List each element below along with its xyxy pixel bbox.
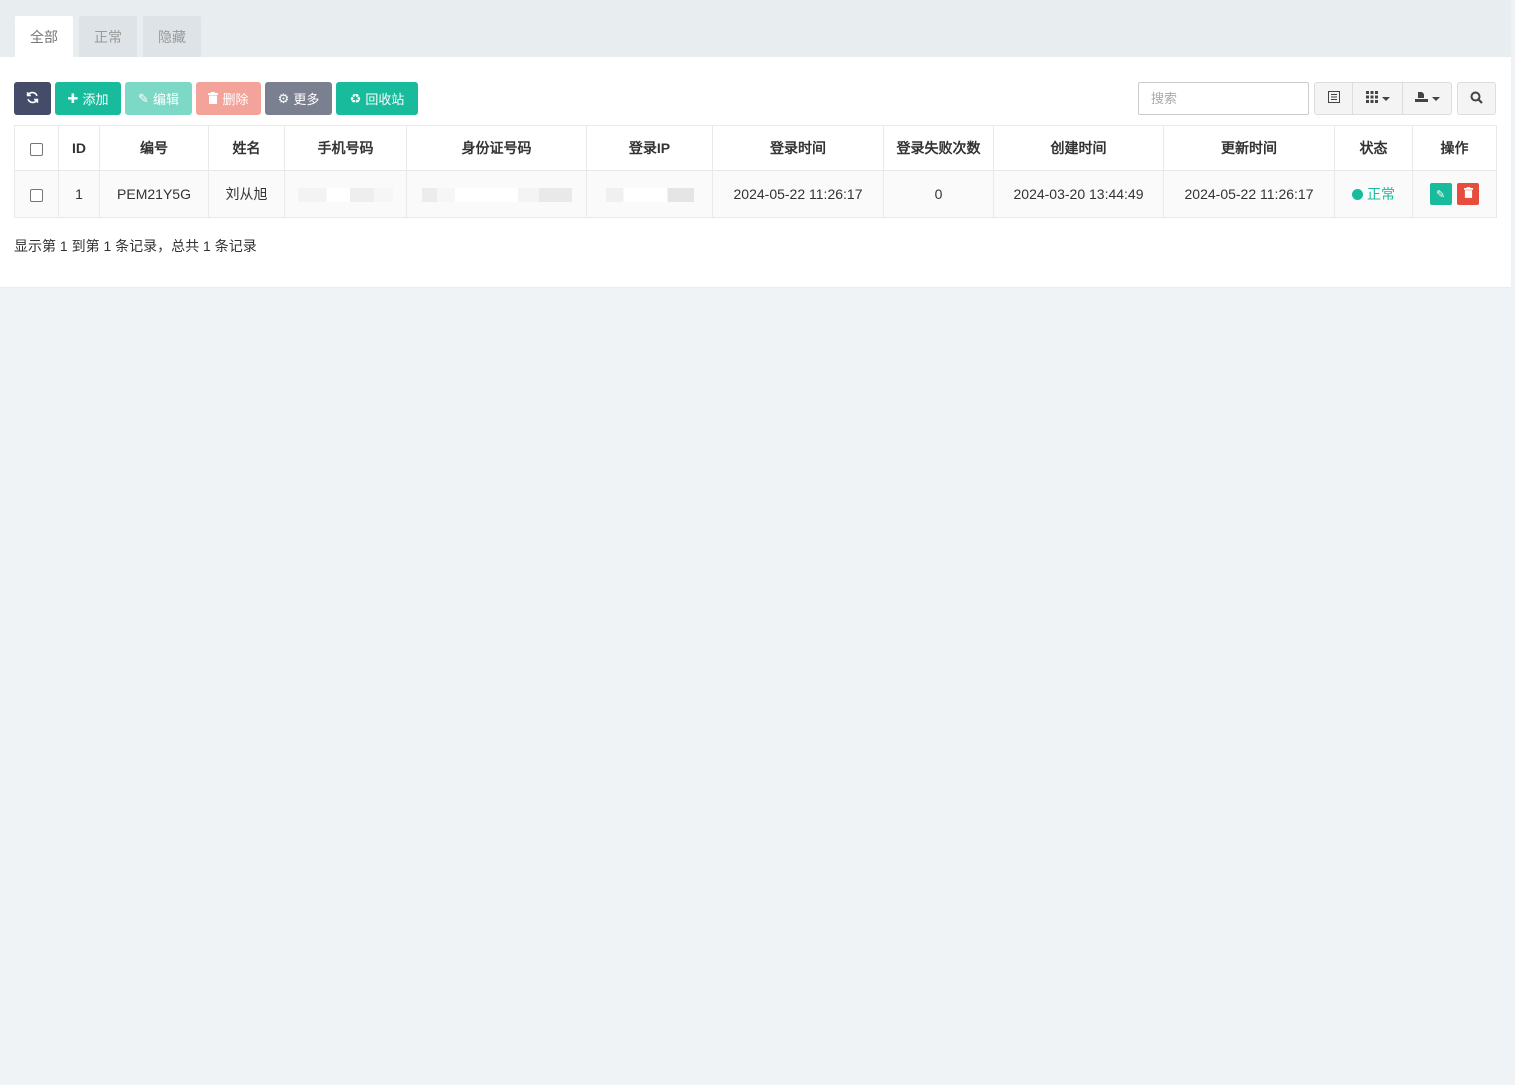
column-header-updated[interactable]: 更新时间 [1163, 125, 1335, 171]
column-header-actions: 操作 [1412, 125, 1497, 171]
redacted-ip [605, 188, 694, 203]
cell-login-time: 2024-05-22 11:26:17 [712, 170, 884, 218]
refresh-button[interactable] [14, 82, 51, 115]
pencil-icon: ✎ [1435, 188, 1446, 201]
gear-icon: ⚙ [277, 91, 290, 106]
column-header-login-time[interactable]: 登录时间 [712, 125, 884, 171]
row-edit-button[interactable]: ✎ [1429, 183, 1452, 205]
recycle-bin-label: 回收站 [365, 92, 405, 107]
refresh-icon [26, 91, 39, 106]
cell-name: 刘从旭 [208, 170, 285, 218]
row-checkbox[interactable] [30, 188, 43, 202]
delete-button-label: 删除 [222, 92, 249, 107]
cell-status[interactable]: 正常 [1334, 170, 1413, 218]
row-select-cell [14, 170, 59, 218]
tab-bar: 全部 正常 隐藏 [0, 0, 1511, 57]
cell-login-ip [586, 170, 713, 218]
chevron-down-icon [1381, 96, 1390, 101]
table-row[interactable]: 1 PEM21Y5G 刘从旭 2024-05-22 11:26:17 0 202… [14, 170, 1497, 218]
pagination-summary: 显示第 1 到第 1 条记录，总共 1 条记录 [14, 238, 257, 254]
cell-id: 1 [58, 170, 100, 218]
recycle-icon: ♻ [349, 91, 362, 106]
toggle-view-button[interactable] [1314, 82, 1353, 115]
cell-idcard [406, 170, 587, 218]
pencil-icon: ✎ [138, 91, 149, 106]
column-header-login-failures[interactable]: 登录失败次数 [883, 125, 994, 171]
column-header-phone[interactable]: 手机号码 [284, 125, 407, 171]
tab-all[interactable]: 全部 [15, 16, 73, 57]
column-header-status[interactable]: 状态 [1334, 125, 1413, 171]
cell-actions: ✎ [1412, 170, 1497, 218]
select-all-checkbox[interactable] [30, 142, 43, 156]
tab-normal[interactable]: 正常 [79, 16, 137, 57]
edit-button[interactable]: ✎ 编辑 [125, 82, 192, 115]
data-table: ID 编号 姓名 手机号码 身份证号码 登录IP 登录时间 登录失败次数 创建时… [14, 125, 1497, 218]
column-header-created[interactable]: 创建时间 [993, 125, 1164, 171]
select-all-cell [14, 125, 59, 171]
column-header-id[interactable]: ID [58, 125, 100, 171]
column-header-login-ip[interactable]: 登录IP [586, 125, 713, 171]
redacted-phone [298, 188, 393, 203]
recycle-bin-button[interactable]: ♻ 回收站 [336, 82, 418, 115]
trash-icon [208, 91, 219, 106]
cell-phone [284, 170, 407, 218]
list-icon [1327, 91, 1340, 106]
grid-columns-icon [1365, 91, 1378, 106]
columns-dropdown-button[interactable] [1352, 82, 1403, 115]
column-header-name[interactable]: 姓名 [208, 125, 285, 171]
status-dot-icon [1352, 188, 1363, 200]
trash-icon [1463, 187, 1473, 201]
search-input[interactable] [1138, 82, 1309, 115]
more-button[interactable]: ⚙ 更多 [265, 82, 332, 115]
column-header-code[interactable]: 编号 [99, 125, 209, 171]
plus-icon: ✚ [67, 91, 79, 106]
more-button-label: 更多 [293, 92, 320, 107]
tab-hidden[interactable]: 隐藏 [143, 16, 201, 57]
cell-code: PEM21Y5G [99, 170, 209, 218]
add-button-label: 添加 [82, 92, 109, 107]
export-icon [1414, 91, 1428, 106]
cell-login-failures: 0 [883, 170, 994, 218]
column-header-idcard[interactable]: 身份证号码 [406, 125, 587, 171]
cell-updated: 2024-05-22 11:26:17 [1163, 170, 1335, 218]
row-delete-button[interactable] [1457, 183, 1480, 205]
chevron-down-icon [1431, 96, 1440, 101]
advanced-search-button[interactable] [1457, 82, 1496, 115]
export-dropdown-button[interactable] [1402, 82, 1452, 115]
table-header-row: ID 编号 姓名 手机号码 身份证号码 登录IP 登录时间 登录失败次数 创建时… [14, 125, 1497, 171]
redacted-idcard [421, 188, 572, 203]
delete-button[interactable]: 删除 [196, 82, 261, 115]
cell-created: 2024-03-20 13:44:49 [993, 170, 1164, 218]
search-icon [1470, 91, 1483, 107]
status-badge: 正常 [1367, 186, 1395, 202]
add-button[interactable]: ✚ 添加 [55, 82, 121, 115]
edit-button-label: 编辑 [152, 92, 179, 107]
